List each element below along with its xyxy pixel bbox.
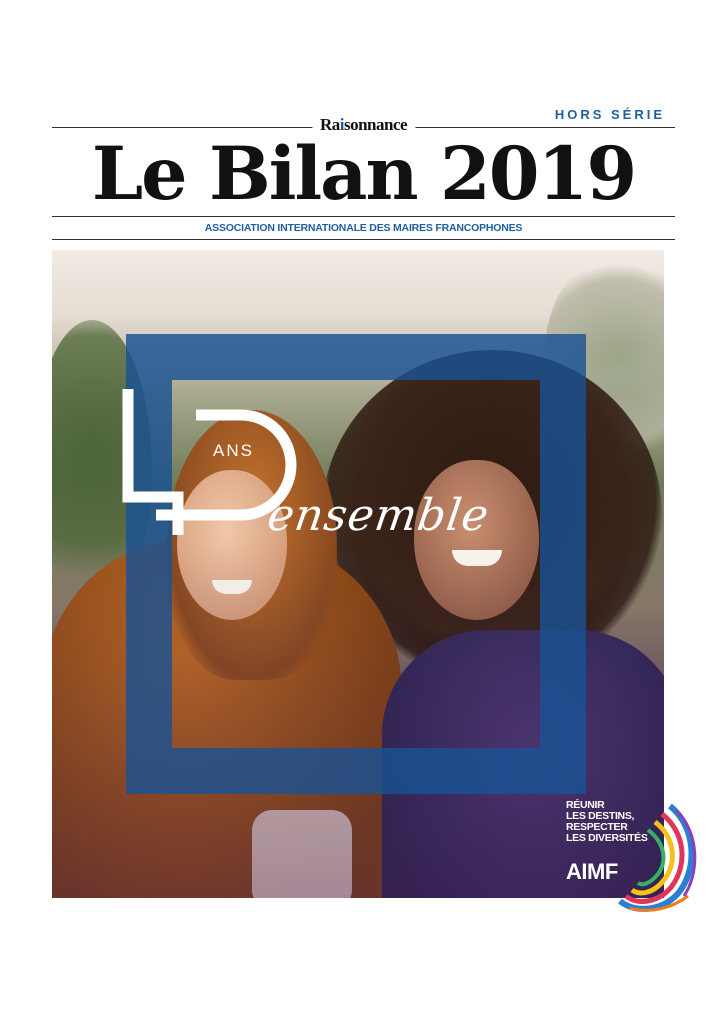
ans-label: ANS (213, 441, 254, 460)
association-subtitle: ASSOCIATION INTERNATIONALE DES MAIRES FR… (204, 222, 523, 234)
middle-rule (52, 216, 675, 217)
ensemble-label: ensemble (264, 490, 493, 541)
aimf-swirl-icon (618, 803, 697, 912)
bottom-rule (52, 239, 675, 240)
page-title: Le Bilan 2019 (91, 131, 637, 217)
hors-serie-label: HORS SÉRIE (554, 107, 665, 122)
